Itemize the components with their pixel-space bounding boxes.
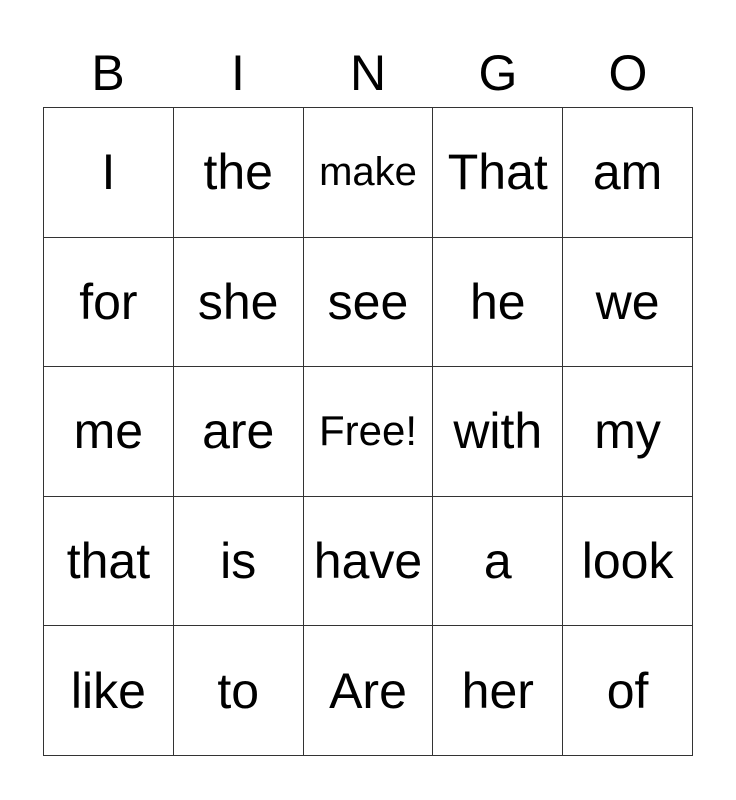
bingo-cell: I — [44, 108, 174, 238]
header-letter: O — [608, 45, 648, 101]
bingo-cell: look — [563, 496, 693, 627]
bingo-header: B I N G O — [43, 40, 693, 106]
bingo-cell: the — [173, 108, 304, 238]
bingo-cell: for — [44, 237, 174, 368]
bingo-cell: make — [303, 108, 434, 238]
bingo-cell: are — [173, 367, 304, 497]
bingo-cell: to — [173, 626, 304, 756]
bingo-cell: a — [433, 496, 564, 627]
bingo-cell: he — [433, 237, 564, 368]
bingo-cell: me — [44, 367, 174, 497]
bingo-cell: her — [433, 626, 564, 756]
header-letter: N — [349, 45, 387, 101]
bingo-cell: Are — [303, 626, 434, 756]
free-space-cell: Free! — [303, 367, 434, 497]
bingo-cell: am — [563, 108, 693, 238]
header-letter: I — [231, 45, 245, 101]
header-letter: B — [91, 45, 125, 101]
bingo-cell: with — [433, 367, 564, 497]
bingo-cell: she — [173, 237, 304, 368]
bingo-cell: is — [173, 496, 304, 627]
bingo-cell: have — [303, 496, 434, 627]
bingo-cell: we — [563, 237, 693, 368]
bingo-grid: I the make That am for she see he we me … — [43, 107, 693, 756]
bingo-cell: see — [303, 237, 434, 368]
bingo-cell: that — [44, 496, 174, 627]
bingo-cell: like — [44, 626, 174, 756]
bingo-cell: That — [433, 108, 564, 238]
header-letter: G — [478, 45, 518, 101]
bingo-cell: of — [563, 626, 693, 756]
bingo-cell: my — [563, 367, 693, 497]
